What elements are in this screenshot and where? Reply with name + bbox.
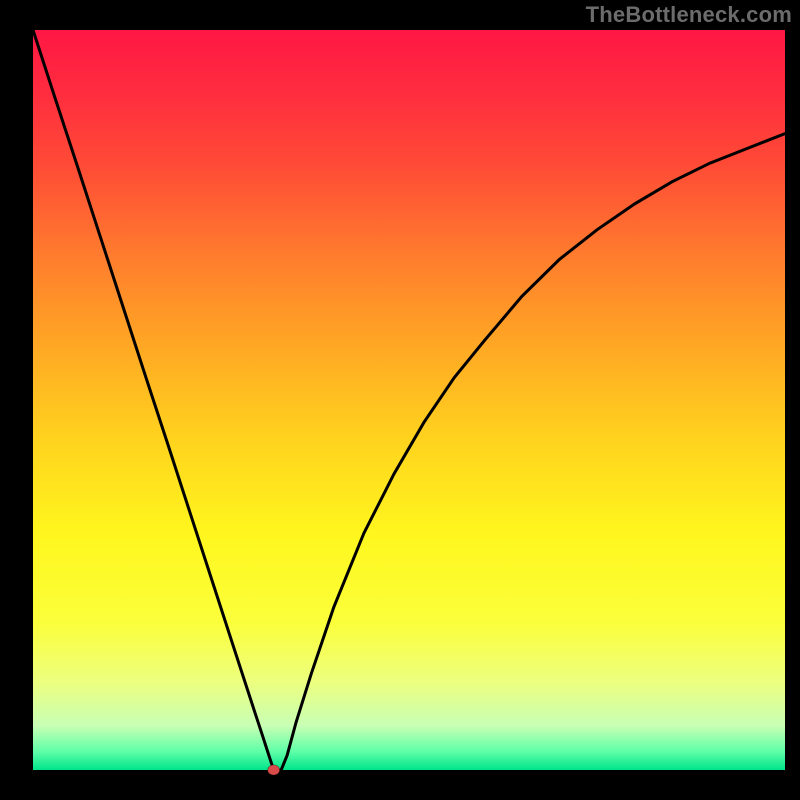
minimum-marker <box>268 765 280 775</box>
plot-background <box>33 30 785 770</box>
bottleneck-chart <box>0 0 800 800</box>
chart-frame: TheBottleneck.com <box>0 0 800 800</box>
